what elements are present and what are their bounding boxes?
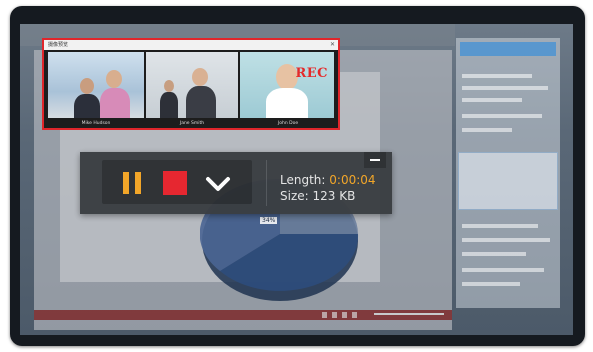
recording-control-panel: Length: 0:00:04 Size: 123 KB bbox=[80, 152, 392, 214]
task-pane-row bbox=[462, 114, 542, 118]
participant-name: Jane Smith bbox=[179, 121, 205, 126]
view-icons[interactable] bbox=[322, 312, 362, 318]
participant-body bbox=[100, 88, 130, 118]
size-row: Size: 123 KB bbox=[280, 188, 376, 204]
recording-info: Length: 0:00:04 Size: 123 KB bbox=[280, 172, 376, 204]
pause-icon bbox=[135, 172, 141, 194]
stop-icon bbox=[163, 171, 187, 195]
stop-button[interactable] bbox=[161, 169, 189, 197]
chevron-down-icon bbox=[206, 177, 230, 191]
length-value: 0:00:04 bbox=[329, 173, 376, 187]
rec-label: REC bbox=[295, 66, 328, 81]
size-label: Size: bbox=[280, 189, 309, 203]
length-label: Length: bbox=[280, 173, 326, 187]
panel-divider bbox=[266, 160, 267, 206]
pause-button[interactable] bbox=[118, 169, 146, 197]
task-pane-row bbox=[462, 252, 526, 256]
task-pane-row bbox=[462, 98, 522, 102]
length-row: Length: 0:00:04 bbox=[280, 172, 376, 188]
webcam-preview-window[interactable]: 摄像预览 ✕ REC Mike Hudson Jane Smith John D… bbox=[42, 38, 340, 130]
participant-body bbox=[266, 88, 308, 118]
more-options-button[interactable] bbox=[204, 169, 232, 197]
participant-head bbox=[192, 68, 208, 86]
video-feed-3: REC bbox=[240, 52, 334, 118]
minimize-button[interactable] bbox=[364, 152, 386, 168]
minimize-icon bbox=[370, 159, 380, 161]
task-pane-row bbox=[462, 224, 538, 228]
task-pane-row bbox=[462, 128, 512, 132]
video-feed-2 bbox=[146, 52, 238, 118]
webcam-window-title: 摄像预览 bbox=[48, 42, 69, 48]
participant-body bbox=[186, 86, 216, 118]
participant-head bbox=[80, 78, 94, 94]
participant-body bbox=[160, 92, 178, 118]
participant-name: John Doe bbox=[277, 121, 299, 126]
task-pane-row bbox=[462, 74, 532, 78]
task-pane-thumbnail[interactable] bbox=[458, 152, 558, 210]
participant-name: Mike Hudson bbox=[81, 121, 111, 126]
task-pane-row bbox=[462, 238, 550, 242]
task-pane-row bbox=[462, 268, 544, 272]
task-pane-row bbox=[462, 86, 548, 90]
task-pane-row bbox=[462, 282, 520, 286]
zoom-slider[interactable] bbox=[374, 313, 444, 315]
recording-controls bbox=[102, 160, 252, 204]
size-value: 123 KB bbox=[312, 189, 356, 203]
close-icon[interactable]: ✕ bbox=[330, 40, 335, 50]
app-statusbar bbox=[34, 310, 452, 320]
participant-body bbox=[74, 94, 100, 118]
participant-head bbox=[106, 70, 122, 88]
participant-head bbox=[164, 80, 174, 92]
task-pane-header bbox=[460, 42, 556, 56]
pause-icon bbox=[123, 172, 129, 194]
pie-data-label: 34% bbox=[260, 217, 278, 224]
video-feed-1 bbox=[48, 52, 144, 118]
webcam-titlebar[interactable]: 摄像预览 ✕ bbox=[44, 40, 338, 50]
